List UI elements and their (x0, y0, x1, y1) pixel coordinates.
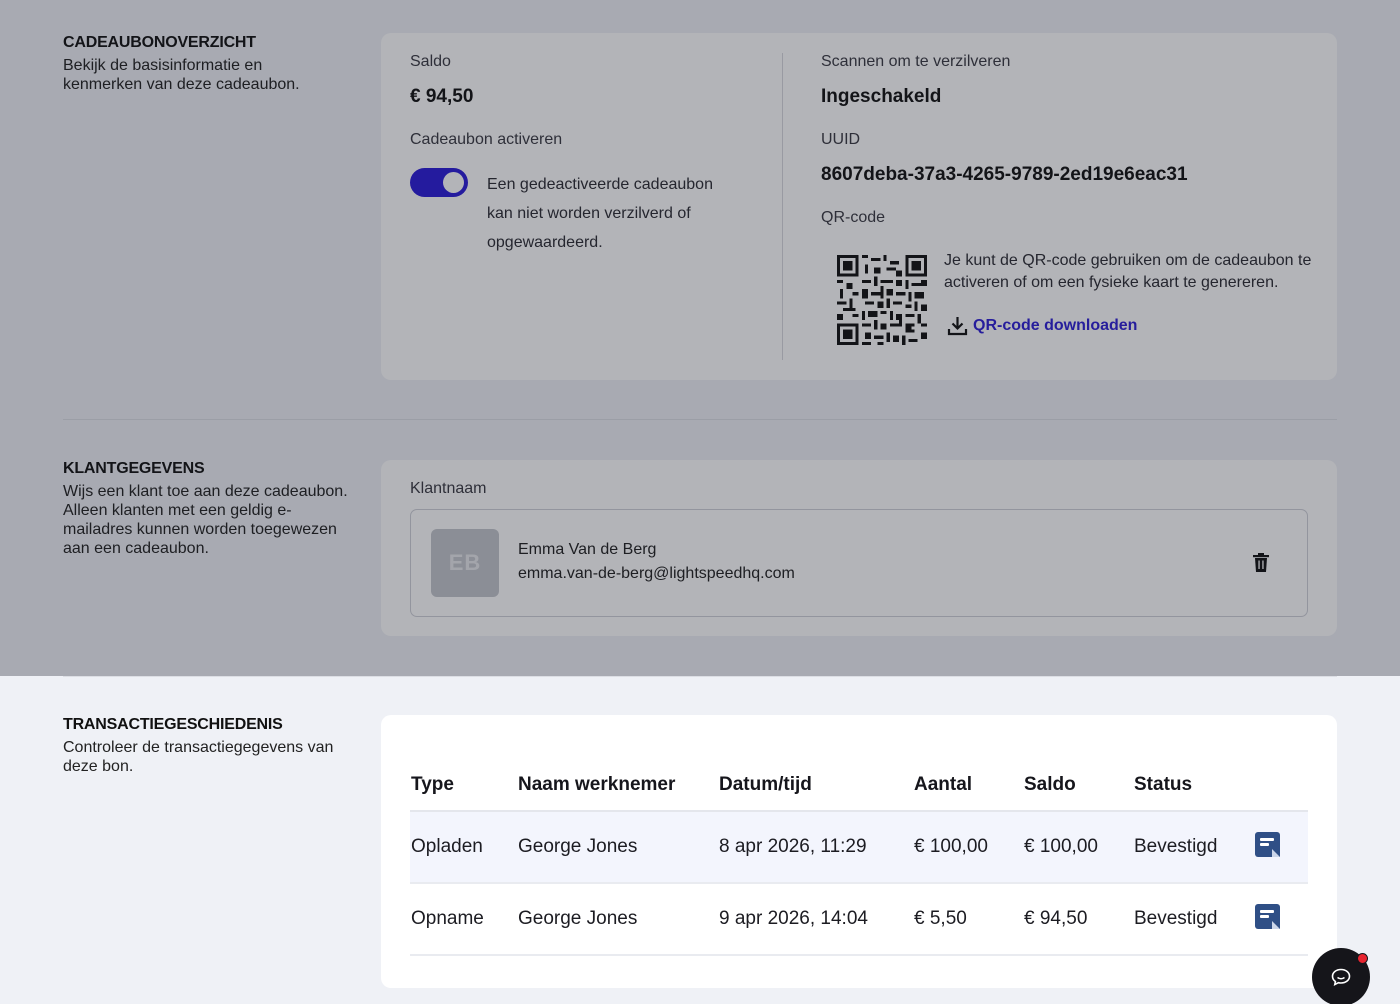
cell-type: Opname (410, 883, 517, 956)
receipt-icon[interactable] (1255, 903, 1280, 929)
qr-download-link[interactable]: QR-code downloaden (947, 315, 1137, 336)
column-header-actions (1254, 759, 1308, 812)
customer-entry[interactable]: EB Emma Van de Berg emma.van-de-berg@lig… (410, 509, 1308, 617)
chat-icon (1331, 968, 1351, 986)
cell-balance: € 100,00 (1023, 811, 1133, 884)
cell-amount: € 100,00 (913, 811, 1023, 884)
uuid-value: 8607deba-37a3-4265-9789-2ed19e6eac31 (821, 164, 1188, 185)
qr-label: QR-code (821, 209, 886, 226)
toggle-knob (443, 172, 464, 193)
cell-datetime: 9 apr 2026, 14:04 (718, 883, 913, 956)
scan-value: Ingeschakeld (821, 86, 942, 107)
qr-download-label: QR-code downloaden (973, 316, 1138, 334)
column-header-employee[interactable]: Naam werknemer (517, 759, 718, 812)
cell-amount: € 5,50 (913, 883, 1023, 956)
table-header-row: Type Naam werknemer Datum/tijd Aantal Sa… (410, 759, 1308, 812)
qr-help-text: Je kunt de QR-code gebruiken om de cadea… (944, 252, 1312, 291)
page: CADEAUBONOVERZICHT Bekijk de basisinform… (0, 0, 1400, 1004)
transactions-heading: TRANSACTIEGESCHIEDENIS Controleer de tra… (63, 716, 363, 776)
column-header-amount[interactable]: Aantal (913, 759, 1023, 812)
cell-actions (1254, 883, 1308, 956)
transactions-table: Type Naam werknemer Datum/tijd Aantal Sa… (410, 759, 1308, 956)
overview-title: CADEAUBONOVERZICHT (63, 34, 256, 51)
scan-label: Scannen om te verzilveren (821, 53, 1011, 70)
card-vertical-divider (782, 53, 783, 360)
receipt-icon[interactable] (1255, 831, 1280, 857)
overview-description: Bekijk de basisinformatie en kenmerken v… (63, 57, 300, 93)
notification-dot (1357, 953, 1368, 964)
customer-title: KLANTGEGEVENS (63, 460, 205, 477)
cell-balance: € 94,50 (1023, 883, 1133, 956)
avatar: EB (431, 529, 499, 597)
overview-heading: CADEAUBONOVERZICHT Bekijk de basisinform… (63, 34, 363, 94)
transactions-title: TRANSACTIEGESCHIEDENIS (63, 716, 283, 733)
cell-datetime: 8 apr 2026, 11:29 (718, 811, 913, 884)
balance-label: Saldo (410, 53, 451, 70)
customer-name-label: Klantnaam (410, 480, 487, 497)
customer-email: emma.van-de-berg@lightspeedhq.com (518, 565, 795, 582)
overview-card: Saldo € 94,50 Cadeaubon activeren Een ge… (381, 33, 1337, 380)
cell-type: Opladen (410, 811, 517, 884)
overview-section: CADEAUBONOVERZICHT Bekijk de basisinform… (0, 0, 1400, 420)
transactions-description: Controleer de transactiegegevens van dez… (63, 739, 334, 775)
customer-name: Emma Van de Berg (518, 541, 657, 558)
cell-status: Bevestigd (1133, 811, 1254, 884)
uuid-label: UUID (821, 131, 861, 148)
qr-code-image (837, 255, 927, 345)
column-header-balance[interactable]: Saldo (1023, 759, 1133, 812)
activate-toggle[interactable] (410, 168, 468, 197)
activate-label: Cadeaubon activeren (410, 131, 563, 148)
cell-status: Bevestigd (1133, 883, 1254, 956)
balance-value: € 94,50 (410, 86, 474, 107)
activate-help-text: Een gedeactiveerde cadeaubon kan niet wo… (487, 176, 713, 251)
column-header-type[interactable]: Type (410, 759, 517, 812)
trash-icon[interactable] (1253, 553, 1269, 572)
cell-employee: George Jones (517, 811, 718, 884)
customer-heading: KLANTGEGEVENS Wijs een klant toe aan dez… (63, 460, 363, 558)
chat-launcher-button[interactable] (1312, 948, 1370, 1004)
customer-card: Klantnaam EB Emma Van de Berg emma.van-d… (381, 460, 1337, 636)
transactions-card: Type Naam werknemer Datum/tijd Aantal Sa… (381, 715, 1337, 988)
cell-employee: George Jones (517, 883, 718, 956)
transactions-section: TRANSACTIEGESCHIEDENIS Controleer de tra… (0, 677, 1400, 1004)
customer-description: Wijs een klant toe aan deze cadeaubon. A… (63, 483, 348, 557)
column-header-status[interactable]: Status (1133, 759, 1254, 812)
download-icon (947, 315, 968, 336)
cell-actions (1254, 811, 1308, 884)
customer-section: KLANTGEGEVENS Wijs een klant toe aan dez… (0, 420, 1400, 676)
column-header-datetime[interactable]: Datum/tijd (718, 759, 913, 812)
qr-code-graphic (837, 255, 927, 345)
table-row[interactable]: Opladen George Jones 8 apr 2026, 11:29 €… (410, 811, 1308, 884)
table-row[interactable]: Opname George Jones 9 apr 2026, 14:04 € … (410, 883, 1308, 956)
